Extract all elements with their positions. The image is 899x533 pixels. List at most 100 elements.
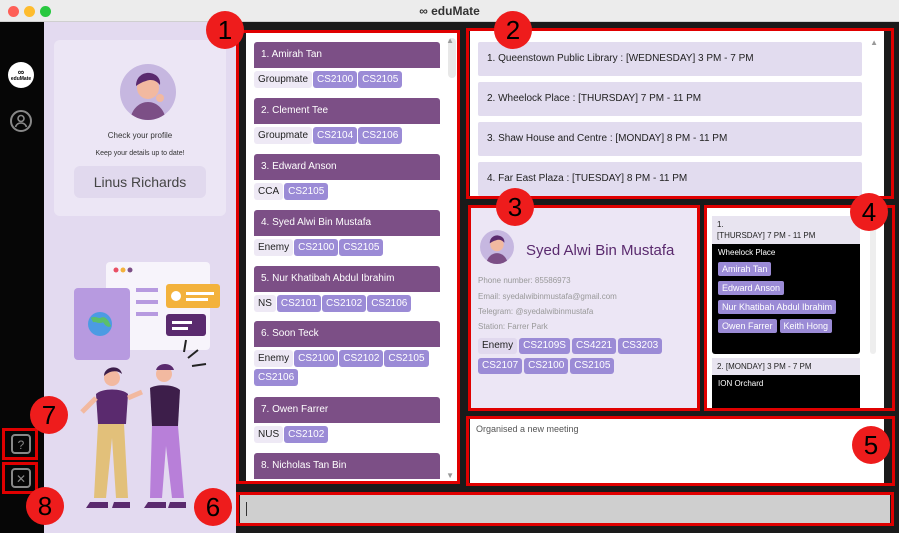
contact-card[interactable]: 4. Syed Alwi Bin Mustafa Enemy CS2100 CS21… bbox=[254, 210, 440, 258]
detail-telegram: Telegram: @syedalwibinmustafa bbox=[478, 307, 594, 316]
scroll-up-icon[interactable]: ▲ bbox=[446, 36, 454, 45]
study-spot-item[interactable]: 2. Wheelock Place : [THURSDAY] 7 PM - 11… bbox=[478, 82, 862, 116]
callout-8: 8 bbox=[26, 487, 64, 525]
group-tag: Enemy bbox=[254, 239, 294, 256]
module-tag: CS4221 bbox=[571, 338, 617, 354]
module-tag: CS2106 bbox=[358, 127, 403, 144]
contact-name: 7. Owen Farrer bbox=[254, 397, 440, 423]
command-input[interactable] bbox=[240, 494, 890, 524]
study-spot-item[interactable]: 1. Queenstown Public Library : [WEDNESDA… bbox=[478, 42, 862, 76]
meetup-header: 1. [THURSDAY] 7 PM - 11 PM bbox=[712, 216, 860, 244]
module-tag: CS2102 bbox=[339, 350, 384, 367]
logo-text: eduMate bbox=[10, 76, 32, 82]
app-logo: ∞ eduMate bbox=[8, 62, 34, 88]
contact-name: 6. Soon Teck bbox=[254, 321, 440, 347]
close-icon[interactable]: ✕ bbox=[11, 468, 31, 488]
callout-5: 5 bbox=[852, 426, 890, 464]
module-tag: CS2105 bbox=[384, 350, 429, 367]
detail-avatar bbox=[480, 230, 514, 264]
module-tag: CS2100 bbox=[294, 239, 339, 256]
meetup-location: Wheelock Place bbox=[718, 248, 776, 257]
scroll-down-icon[interactable]: ▼ bbox=[446, 471, 454, 480]
result-text: Organised a new meeting bbox=[476, 424, 579, 434]
contact-card[interactable]: 8. Nicholas Tan Bin bbox=[254, 453, 440, 479]
contact-card[interactable]: 6. Soon Teck Enemy CS2100 CS2102 CS2105 CS21… bbox=[254, 321, 440, 388]
meetup-location: ION Orchard bbox=[718, 379, 764, 388]
participant-tag: Amirah Tan bbox=[718, 262, 772, 276]
contact-card[interactable]: 3. Edward Anson CCA CS2105 bbox=[254, 154, 440, 202]
participant-tag: Owen Farrer bbox=[718, 319, 777, 333]
profile-card: Check your profile Keep your details up … bbox=[54, 40, 226, 216]
callout-6: 6 bbox=[194, 488, 232, 526]
detail-email: Email: syedalwibinmustafa@gmail.com bbox=[478, 292, 617, 301]
module-tag: CS2105 bbox=[570, 358, 615, 374]
check-profile-label: Check your profile bbox=[107, 131, 173, 140]
callout-2: 2 bbox=[494, 11, 532, 49]
callout-3: 3 bbox=[496, 188, 534, 226]
participant-tag: Keith Hong bbox=[779, 319, 833, 333]
person-detail-panel: Syed Alwi Bin Mustafa Phone number: 8558… bbox=[470, 206, 698, 410]
study-spot-item[interactable]: 3. Shaw House and Centre : [MONDAY] 8 PM… bbox=[478, 122, 862, 156]
detail-avatar-illustration bbox=[486, 235, 508, 264]
avatar-illustration bbox=[130, 72, 166, 120]
contact-card[interactable]: 1. Amirah Tan Groupmate CS2100 CS2105 bbox=[254, 42, 440, 90]
module-tag: CS2109S bbox=[519, 338, 570, 354]
module-tag: CS2105 bbox=[284, 183, 329, 200]
participant-tag: Edward Anson bbox=[718, 281, 785, 295]
scroll-up-icon[interactable]: ▲ bbox=[870, 38, 878, 47]
group-tag: NS bbox=[254, 295, 276, 312]
person-icon[interactable] bbox=[10, 110, 32, 132]
detail-tags: Enemy CS2109S CS4221 CS3203 CS2107 CS2100 CS21… bbox=[478, 338, 678, 378]
detail-phone: Phone number: 85586973 bbox=[478, 276, 571, 285]
study-spot-list[interactable]: 1. Queenstown Public Library : [WEDNESDA… bbox=[470, 30, 884, 198]
meetup-card[interactable]: 2. [MONDAY] 3 PM - 7 PM ION Orchard bbox=[712, 358, 860, 410]
meetup-time: [THURSDAY] 7 PM - 11 PM bbox=[717, 231, 816, 240]
module-tag: CS2106 bbox=[367, 295, 412, 312]
question-icon[interactable]: ? bbox=[11, 434, 31, 454]
meetup-card[interactable]: 1. [THURSDAY] 7 PM - 11 PM Wheelock Place… bbox=[712, 216, 860, 354]
person-icon-glyph bbox=[14, 114, 28, 128]
group-tag: Enemy bbox=[478, 338, 518, 354]
module-tag: CS2107 bbox=[478, 358, 523, 374]
contact-name: 8. Nicholas Tan Bin bbox=[254, 453, 440, 479]
study-spot-item[interactable]: 4. Far East Plaza : [TUESDAY] 8 PM - 11 … bbox=[478, 162, 862, 196]
window-title: ∞ eduMate bbox=[419, 4, 480, 18]
detail-name: Syed Alwi Bin Mustafa bbox=[526, 242, 675, 259]
group-tag: NUS bbox=[254, 426, 284, 443]
module-tag: CS2102 bbox=[322, 295, 367, 312]
contact-card[interactable]: 5. Nur Khatibah Abdul Ibrahim NS CS2101 CS… bbox=[254, 266, 440, 314]
group-tag: Groupmate bbox=[254, 71, 313, 88]
contact-list[interactable]: ▲ ▼ 1. Amirah Tan Groupmate CS2100 CS2105 … bbox=[246, 30, 460, 482]
group-tag: CCA bbox=[254, 183, 284, 200]
contact-name: 4. Syed Alwi Bin Mustafa bbox=[254, 210, 440, 236]
module-tag: CS2100 bbox=[313, 71, 358, 88]
callout-1: 1 bbox=[206, 11, 244, 49]
module-tag: CS2105 bbox=[339, 239, 384, 256]
meetup-scrollbar[interactable] bbox=[870, 216, 876, 354]
window-titlebar: ∞ eduMate bbox=[0, 0, 899, 22]
module-tag: CS2105 bbox=[358, 71, 403, 88]
contact-name: 2. Clement Tee bbox=[254, 98, 440, 124]
participant-tag: Nur Khatibah Abdul Ibrahim bbox=[718, 300, 837, 314]
contact-card[interactable]: 2. Clement Tee Groupmate CS2104 CS2106 bbox=[254, 98, 440, 146]
user-name-box: Linus Richards bbox=[74, 166, 206, 198]
callout-7: 7 bbox=[30, 396, 68, 434]
avatar bbox=[120, 64, 176, 120]
module-tag: CS2106 bbox=[254, 369, 299, 386]
detail-station: Station: Farrer Park bbox=[478, 322, 548, 331]
group-tag: Enemy bbox=[254, 350, 294, 367]
meetup-list[interactable]: 1. [THURSDAY] 7 PM - 11 PM Wheelock Place… bbox=[706, 206, 884, 410]
meetup-index: 1. bbox=[717, 220, 724, 229]
people-illustration bbox=[74, 262, 220, 508]
callout-4: 4 bbox=[850, 193, 888, 231]
contact-name: 3. Edward Anson bbox=[254, 154, 440, 180]
profile-panel: Check your profile Keep your details up … bbox=[44, 22, 236, 533]
logo-symbol: ∞ bbox=[17, 67, 25, 77]
module-tag: CS2100 bbox=[524, 358, 569, 374]
meetup-header: 2. [MONDAY] 3 PM - 7 PM bbox=[712, 358, 860, 375]
contact-card[interactable]: 7. Owen Farrer NUS CS2102 bbox=[254, 397, 440, 445]
text-cursor bbox=[246, 502, 247, 516]
contact-name: 1. Amirah Tan bbox=[254, 42, 440, 68]
module-tag: CS2102 bbox=[284, 426, 329, 443]
left-sidebar: ∞ eduMate ? ✕ bbox=[0, 22, 44, 533]
